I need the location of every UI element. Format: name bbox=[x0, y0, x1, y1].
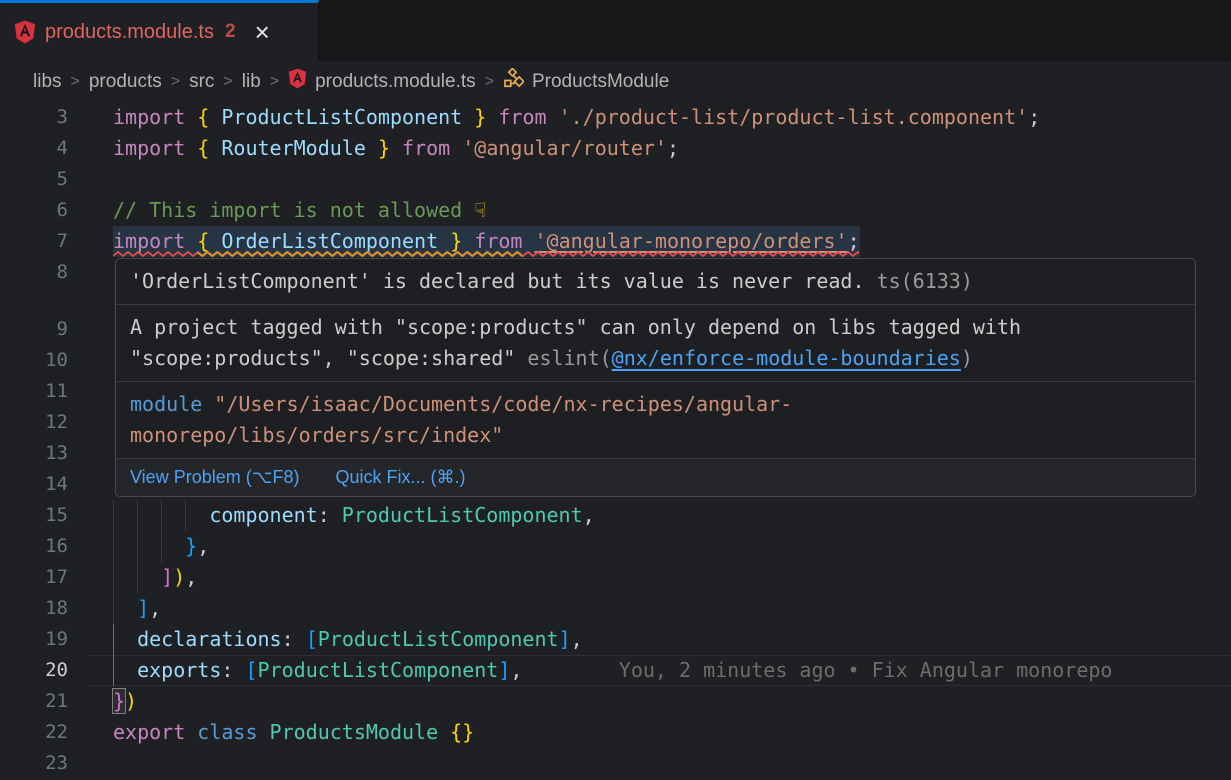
line-number-17[interactable]: 17 bbox=[0, 562, 68, 593]
code-line-6[interactable]: 6 // This import is not allowed ☟ bbox=[0, 195, 1231, 226]
view-problem-action[interactable]: View Problem (⌥F8) bbox=[130, 467, 299, 488]
angular-icon bbox=[288, 68, 307, 95]
hover-eslint-diagnostic: A project tagged with "scope:products" c… bbox=[116, 305, 1156, 381]
code-line-20[interactable]: 20 exports: [ProductListComponent], You,… bbox=[0, 655, 1231, 686]
code-text: // This import is not allowed ☟ bbox=[113, 195, 486, 226]
line-number-12[interactable]: 12 bbox=[0, 407, 68, 438]
hover-status-bar: View Problem (⌥F8) Quick Fix... (⌘.) bbox=[116, 458, 1195, 496]
code-line-17[interactable]: 17 ]), bbox=[0, 562, 1231, 593]
line-number-11[interactable]: 11 bbox=[0, 376, 68, 407]
line-number-21[interactable]: 21 bbox=[0, 686, 68, 717]
breadcrumb-label: lib bbox=[242, 71, 261, 93]
hover-ts-diagnostic: 'OrderListComponent' is declared but its… bbox=[116, 259, 1156, 304]
breadcrumb: libs>products>src>lib>products.module.ts… bbox=[0, 61, 1231, 102]
eslint-source-prefix: eslint( bbox=[527, 346, 611, 370]
breadcrumb-label: ProductsModule bbox=[532, 71, 669, 93]
code-text: component: ProductListComponent, bbox=[113, 500, 595, 531]
quick-fix-action[interactable]: Quick Fix... (⌘.) bbox=[335, 467, 465, 488]
breadcrumb-separator: > bbox=[62, 73, 89, 91]
line-number-6[interactable]: 6 bbox=[0, 195, 68, 226]
line-number-13[interactable]: 13 bbox=[0, 438, 68, 469]
code-line-16[interactable]: 16 }, bbox=[0, 531, 1231, 562]
breadcrumb-item-src[interactable]: src bbox=[189, 71, 214, 93]
angular-icon bbox=[14, 20, 36, 44]
code-line-18[interactable]: 18 ], bbox=[0, 593, 1231, 624]
code-line-22[interactable]: 22 export class ProductsModule {} bbox=[0, 717, 1231, 748]
breadcrumb-item-ProductsModule[interactable]: ProductsModule bbox=[503, 68, 669, 95]
breadcrumb-item-products[interactable]: products bbox=[89, 71, 162, 93]
code-text: import { ProductListComponent } from './… bbox=[113, 102, 1040, 133]
ts-diagnostic-code: ts(6133) bbox=[877, 269, 973, 293]
code-line-7[interactable]: 7 import { OrderListComponent } from '@an… bbox=[0, 226, 1231, 257]
eslint-source-suffix: ) bbox=[961, 346, 973, 370]
code-text: ], bbox=[113, 593, 161, 624]
tab-error-count-badge: 2 bbox=[225, 21, 236, 43]
line-number-4[interactable]: 4 bbox=[0, 133, 68, 164]
module-path: "/Users/isaac/Documents/code/nx-recipes/… bbox=[130, 392, 792, 447]
code-text: ]), bbox=[113, 562, 197, 593]
code-text: import { OrderListComponent } from '@ang… bbox=[113, 226, 860, 257]
breadcrumb-label: src bbox=[189, 71, 214, 93]
breadcrumb-separator: > bbox=[214, 73, 241, 91]
class-icon bbox=[503, 68, 524, 95]
breadcrumb-separator: > bbox=[476, 73, 503, 91]
line-number-22[interactable]: 22 bbox=[0, 717, 68, 748]
code-text: }) bbox=[113, 686, 137, 717]
code-text: exports: [ProductListComponent], You, 2 … bbox=[113, 655, 1112, 686]
module-keyword: module bbox=[130, 392, 202, 416]
breadcrumb-label: libs bbox=[33, 71, 62, 93]
breadcrumb-label: products bbox=[89, 71, 162, 93]
git-blame-annotation: You, 2 minutes ago • Fix Angular monorep… bbox=[522, 658, 1112, 682]
code-text: export class ProductsModule {} bbox=[113, 717, 474, 748]
breadcrumb-label: products.module.ts bbox=[315, 71, 476, 93]
breadcrumb-separator: > bbox=[261, 73, 288, 91]
code-line-4[interactable]: 4 import { RouterModule } from '@angular/… bbox=[0, 133, 1231, 164]
code-text: import { RouterModule } from '@angular/r… bbox=[113, 133, 679, 164]
code-line-15[interactable]: 15 component: ProductListComponent, bbox=[0, 500, 1231, 531]
tab-title: products.module.ts bbox=[45, 21, 214, 44]
line-number-23[interactable]: 23 bbox=[0, 748, 68, 779]
line-number-3[interactable]: 3 bbox=[0, 102, 68, 133]
line-number-16[interactable]: 16 bbox=[0, 531, 68, 562]
breadcrumb-separator: > bbox=[162, 73, 189, 91]
ts-diagnostic-message: 'OrderListComponent' is declared but its… bbox=[130, 269, 865, 293]
line-number-10[interactable]: 10 bbox=[0, 345, 68, 376]
tab-products-module[interactable]: products.module.ts 2 × bbox=[0, 0, 319, 61]
eslint-rule-link[interactable]: @nx/enforce-module-boundaries bbox=[612, 346, 961, 370]
code-line-23[interactable]: 23 bbox=[0, 748, 1231, 779]
line-number-14[interactable]: 14 bbox=[0, 469, 68, 500]
tab-bar: products.module.ts 2 × bbox=[0, 0, 1231, 61]
code-line-5[interactable]: 5 bbox=[0, 164, 1231, 195]
line-number-20[interactable]: 20 bbox=[0, 655, 68, 686]
hover-module-info: module "/Users/isaac/Documents/code/nx-r… bbox=[116, 382, 1156, 458]
code-text: declarations: [ProductListComponent], bbox=[113, 624, 583, 655]
line-number-15[interactable]: 15 bbox=[0, 500, 68, 531]
line-number-19[interactable]: 19 bbox=[0, 624, 68, 655]
line-number-8[interactable]: 8 bbox=[0, 257, 68, 288]
line-number-18[interactable]: 18 bbox=[0, 593, 68, 624]
breadcrumb-item-libs[interactable]: libs bbox=[33, 71, 62, 93]
breadcrumb-item-lib[interactable]: lib bbox=[242, 71, 261, 93]
line-number-9[interactable]: 9 bbox=[0, 314, 68, 345]
code-line-3[interactable]: 3 import { ProductListComponent } from '.… bbox=[0, 102, 1231, 133]
code-text: }, bbox=[113, 531, 209, 562]
breadcrumb-item-products.module.ts[interactable]: products.module.ts bbox=[288, 68, 476, 95]
diagnostic-hover-popup: 'OrderListComponent' is declared but its… bbox=[115, 258, 1196, 497]
line-number-5[interactable]: 5 bbox=[0, 164, 68, 195]
line-number-7[interactable]: 7 bbox=[0, 226, 68, 257]
code-line-19[interactable]: 19 declarations: [ProductListComponent], bbox=[0, 624, 1231, 655]
code-line-21[interactable]: 21}) bbox=[0, 686, 1231, 717]
close-icon[interactable]: × bbox=[255, 19, 270, 45]
